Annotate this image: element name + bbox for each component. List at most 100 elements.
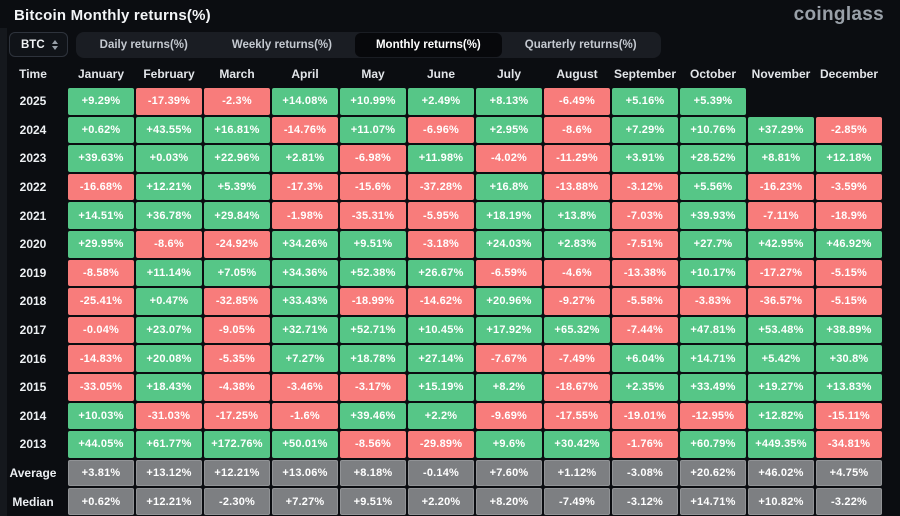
- return-cell: +37.29%: [748, 117, 814, 144]
- return-cell: +9.51%: [340, 488, 406, 515]
- return-cell: +5.56%: [680, 174, 746, 201]
- return-cell: +10.76%: [680, 117, 746, 144]
- return-cell: +12.18%: [816, 145, 882, 172]
- return-cell: +3.81%: [68, 460, 134, 487]
- column-header-month: January: [68, 67, 134, 81]
- return-cell: +13.8%: [544, 202, 610, 229]
- tab-weekly-returns[interactable]: Weekly returns(%): [211, 34, 353, 56]
- return-cell: +34.26%: [272, 231, 338, 258]
- return-cell: -8.56%: [340, 431, 406, 458]
- return-cell: -8.6%: [136, 231, 202, 258]
- return-cell: -14.62%: [408, 288, 474, 315]
- column-header-month: June: [408, 67, 474, 81]
- return-cell: +18.78%: [340, 345, 406, 372]
- column-header-time: Time: [0, 67, 66, 81]
- row-label: Average: [0, 460, 66, 487]
- return-cell: +19.27%: [748, 374, 814, 401]
- return-cell: +29.84%: [204, 202, 270, 229]
- row-label: 2014: [0, 403, 66, 430]
- return-cell: +7.29%: [612, 117, 678, 144]
- return-cell: +1.12%: [544, 460, 610, 487]
- return-cell: -25.41%: [68, 288, 134, 315]
- return-cell: -7.51%: [612, 231, 678, 258]
- row-label: 2013: [0, 431, 66, 458]
- tab-quarterly-returns[interactable]: Quarterly returns(%): [504, 34, 658, 56]
- return-cell: -7.03%: [612, 202, 678, 229]
- return-cell: +16.81%: [204, 117, 270, 144]
- return-cell: +12.21%: [136, 488, 202, 515]
- return-cell: -17.55%: [544, 403, 610, 430]
- return-cell: -3.12%: [612, 488, 678, 515]
- return-cell: +46.92%: [816, 231, 882, 258]
- return-cell: +12.82%: [748, 403, 814, 430]
- row-label: 2020: [0, 231, 66, 258]
- return-cell: -9.05%: [204, 317, 270, 344]
- return-cell: +0.62%: [68, 488, 134, 515]
- return-cell: +5.39%: [680, 88, 746, 115]
- row-label: 2021: [0, 202, 66, 229]
- return-cell: +22.96%: [204, 145, 270, 172]
- return-cell: +26.67%: [408, 260, 474, 287]
- return-cell: [748, 88, 814, 115]
- return-cell: +32.71%: [272, 317, 338, 344]
- return-cell: +7.60%: [476, 460, 542, 487]
- return-cell: -35.31%: [340, 202, 406, 229]
- return-cell: +7.27%: [272, 488, 338, 515]
- return-cell: +2.83%: [544, 231, 610, 258]
- return-cell: +29.95%: [68, 231, 134, 258]
- coinglass-logo[interactable]: coinglass: [794, 4, 884, 26]
- row-label: 2025: [0, 88, 66, 115]
- return-cell: +60.79%: [680, 431, 746, 458]
- return-cell: -7.49%: [544, 345, 610, 372]
- row-label: 2024: [0, 117, 66, 144]
- return-cell: -24.92%: [204, 231, 270, 258]
- return-cell: +2.49%: [408, 88, 474, 115]
- return-cell: -6.96%: [408, 117, 474, 144]
- return-cell: -4.38%: [204, 374, 270, 401]
- return-cell: +53.48%: [748, 317, 814, 344]
- return-cell: -5.15%: [816, 288, 882, 315]
- return-cell: +27.14%: [408, 345, 474, 372]
- return-cell: +13.83%: [816, 374, 882, 401]
- return-cell: -32.85%: [204, 288, 270, 315]
- return-cell: -8.6%: [544, 117, 610, 144]
- column-header-month: February: [136, 67, 202, 81]
- return-cell: +24.03%: [476, 231, 542, 258]
- return-cell: -2.30%: [204, 488, 270, 515]
- return-cell: -7.11%: [748, 202, 814, 229]
- return-cell: +44.05%: [68, 431, 134, 458]
- returns-table: 2025+9.29%-17.39%-2.3%+14.08%+10.99%+2.4…: [0, 88, 882, 515]
- return-cell: +16.8%: [476, 174, 542, 201]
- return-cell: +9.51%: [340, 231, 406, 258]
- coin-selector-label: BTC: [21, 39, 45, 51]
- return-cell: +33.49%: [680, 374, 746, 401]
- return-cell: [816, 88, 882, 115]
- return-cell: -16.23%: [748, 174, 814, 201]
- return-cell: +39.93%: [680, 202, 746, 229]
- return-cell: -9.69%: [476, 403, 542, 430]
- return-cell: +2.35%: [612, 374, 678, 401]
- return-cell: +172.76%: [204, 431, 270, 458]
- return-cell: +13.06%: [272, 460, 338, 487]
- return-cell: -31.03%: [136, 403, 202, 430]
- return-cell: -8.58%: [68, 260, 134, 287]
- tab-monthly-returns[interactable]: Monthly returns(%): [355, 33, 502, 57]
- return-cell: +11.07%: [340, 117, 406, 144]
- return-cell: -5.58%: [612, 288, 678, 315]
- return-cell: +8.18%: [340, 460, 406, 487]
- row-label: 2018: [0, 288, 66, 315]
- return-cell: -36.57%: [748, 288, 814, 315]
- coin-selector[interactable]: BTC: [9, 32, 68, 57]
- return-cell: +52.71%: [340, 317, 406, 344]
- return-cell: -16.68%: [68, 174, 134, 201]
- return-cell: +65.32%: [544, 317, 610, 344]
- return-cell: -1.6%: [272, 403, 338, 430]
- tab-daily-returns[interactable]: Daily returns(%): [79, 34, 209, 56]
- return-cell: -7.44%: [612, 317, 678, 344]
- return-cell: +33.43%: [272, 288, 338, 315]
- return-cell: +2.81%: [272, 145, 338, 172]
- return-cell: -37.28%: [408, 174, 474, 201]
- return-cell: +8.20%: [476, 488, 542, 515]
- toolbar: BTC Daily returns(%) Weekly returns(%) M…: [0, 28, 900, 58]
- return-cell: +14.71%: [680, 345, 746, 372]
